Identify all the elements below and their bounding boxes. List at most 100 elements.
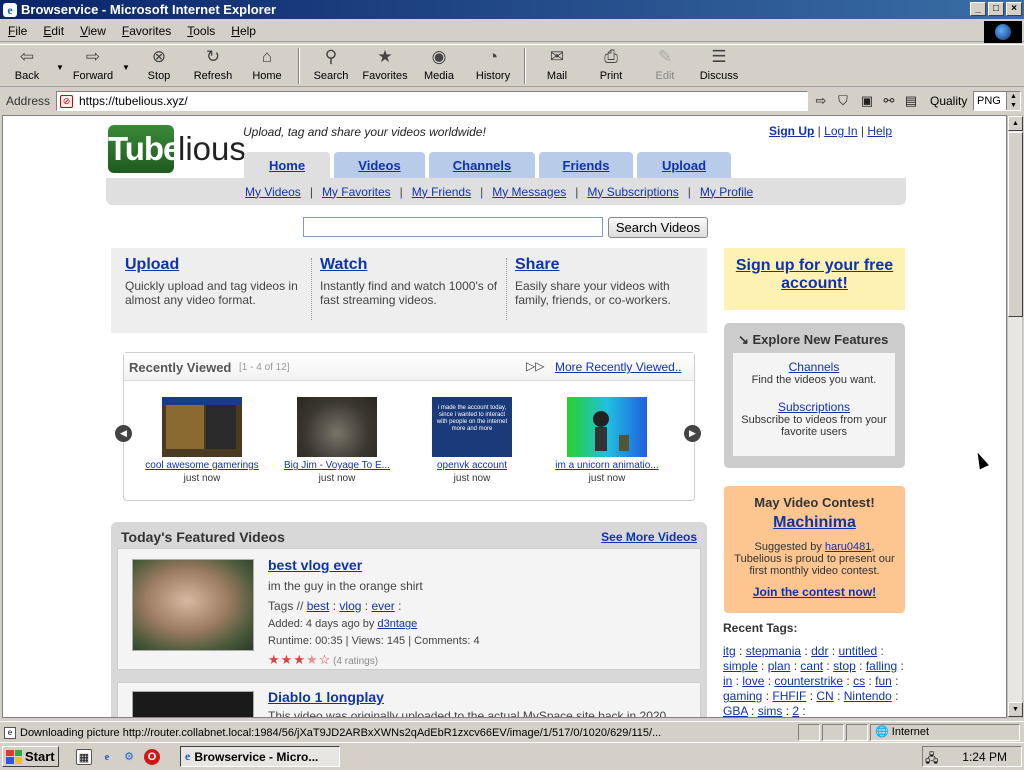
promo-watch-link[interactable]: Watch [320, 256, 367, 273]
star-icon[interactable]: ☆ [319, 652, 331, 668]
more-recently-viewed-link[interactable]: More Recently Viewed.. [555, 360, 682, 374]
recent-tag-link[interactable]: plan [768, 659, 791, 673]
video-thumbnail[interactable] [162, 397, 242, 457]
explore-channels-link[interactable]: Channels [733, 360, 895, 374]
tray-network-icon[interactable]: 🖧 [925, 749, 938, 770]
login-link[interactable]: Log In [824, 124, 857, 138]
recent-tag-link[interactable]: love [742, 674, 764, 688]
subnav-my-profile[interactable]: My Profile [700, 185, 753, 199]
recent-tag-link[interactable]: untitled [838, 644, 877, 658]
tab-videos[interactable]: Videos [334, 152, 425, 178]
menu-file[interactable]: File [0, 24, 35, 38]
carousel-prev-icon[interactable]: ◀ [115, 425, 132, 442]
scroll-thumb[interactable] [1008, 132, 1023, 317]
view-icon[interactable]: ▣ [858, 93, 876, 109]
search-videos-button[interactable]: Search Videos [608, 217, 708, 238]
recent-tag-link[interactable]: cant [800, 659, 823, 673]
quality-spinner-icon[interactable]: ▲ ▼ [1006, 92, 1020, 110]
history-button[interactable]: ◔ History [466, 45, 520, 85]
recent-tag-link[interactable]: FHFIF [772, 689, 806, 703]
clipboard-icon[interactable]: ▤ [902, 93, 920, 109]
close-button[interactable]: × [1006, 2, 1022, 16]
recent-video-item[interactable]: im a unicorn animatio... just now [548, 397, 666, 484]
ie-quicklaunch-icon[interactable]: e [99, 749, 115, 765]
explore-subscriptions-link[interactable]: Subscriptions [733, 400, 895, 414]
rating-stars[interactable]: ★ ★ ★ ★ ☆ [268, 652, 330, 668]
find-icon[interactable]: ⚯ [880, 93, 898, 109]
desktop-icon[interactable]: ▦ [76, 749, 92, 765]
video-thumbnail[interactable] [132, 559, 254, 651]
tag-link[interactable]: vlog [339, 599, 361, 613]
discuss-button[interactable]: ☰ Discuss [692, 45, 746, 85]
carousel-next-icon[interactable]: ▶ [684, 425, 701, 442]
signup-link[interactable]: Sign Up [769, 124, 814, 138]
forward-dropdown-icon[interactable]: ▼ [120, 45, 132, 85]
address-input[interactable] [56, 91, 808, 111]
recent-tag-link[interactable]: CN [816, 689, 833, 703]
recent-tag-link[interactable]: simple [723, 659, 758, 673]
maximize-button[interactable]: □ [988, 2, 1004, 16]
video-search-input[interactable] [303, 217, 603, 237]
signup-free-account-link[interactable]: Sign up for your free account! [736, 257, 893, 292]
minimize-button[interactable]: _ [970, 2, 986, 16]
menu-view[interactable]: View [72, 24, 114, 38]
recent-tag-link[interactable]: fun [875, 674, 892, 688]
suggester-link[interactable]: haru0481 [825, 541, 872, 553]
promo-upload-link[interactable]: Upload [125, 256, 179, 273]
recent-tag-link[interactable]: falling [866, 659, 897, 673]
search-button[interactable]: ⚲ Search [304, 45, 358, 85]
recent-video-title[interactable]: openvk account [437, 460, 507, 471]
recent-tag-link[interactable]: GBA [723, 704, 748, 717]
subnav-my-videos[interactable]: My Videos [245, 185, 301, 199]
tab-friends[interactable]: Friends [539, 152, 633, 178]
recent-tag-link[interactable]: stepmania [746, 644, 801, 658]
subnav-my-favorites[interactable]: My Favorites [322, 185, 391, 199]
contest-theme-link[interactable]: Machinima [773, 514, 856, 531]
help-link[interactable]: Help [867, 124, 892, 138]
recent-video-item[interactable]: Big Jim - Voyage To E... just now [278, 397, 396, 484]
media-button[interactable]: ◉ Media [412, 45, 466, 85]
print-button[interactable]: ⎙ Print [584, 45, 638, 85]
menu-edit[interactable]: Edit [35, 24, 72, 38]
star-icon[interactable]: ★ [293, 652, 305, 668]
join-contest-link[interactable]: Join the contest now! [753, 585, 876, 599]
quality-select[interactable]: PNG ▲ ▼ [973, 91, 1021, 111]
video-thumbnail[interactable] [297, 397, 377, 457]
video-thumbnail[interactable] [567, 397, 647, 457]
back-button[interactable]: ⇦ Back [0, 45, 54, 85]
menu-tools[interactable]: Tools [179, 24, 223, 38]
tab-home[interactable]: Home [244, 152, 330, 178]
see-more-videos-link[interactable]: See More Videos [601, 530, 697, 544]
recent-video-item[interactable]: i made the account today, since i wanted… [413, 397, 531, 484]
promo-share-link[interactable]: Share [515, 256, 559, 273]
opera-icon[interactable]: O [144, 749, 160, 765]
subnav-my-friends[interactable]: My Friends [412, 185, 471, 199]
network-icon[interactable]: ⚙ [121, 749, 137, 765]
recent-tag-link[interactable]: cs [853, 674, 865, 688]
recent-tag-link[interactable]: sims [758, 704, 783, 717]
subnav-my-messages[interactable]: My Messages [492, 185, 566, 199]
menu-help[interactable]: Help [223, 24, 264, 38]
recent-video-item[interactable]: cool awesome gamerings just now [143, 397, 261, 484]
subnav-my-subscriptions[interactable]: My Subscriptions [587, 185, 678, 199]
scroll-up-icon[interactable]: ▲ [1008, 116, 1023, 131]
recent-video-title[interactable]: Big Jim - Voyage To E... [284, 460, 390, 471]
site-logo[interactable]: Tube lious [108, 125, 246, 175]
star-icon[interactable]: ★ [281, 652, 293, 668]
tab-upload[interactable]: Upload [637, 152, 731, 178]
taskbar-ie-window[interactable]: e Browservice - Micro... [180, 746, 340, 767]
menu-favorites[interactable]: Favorites [114, 24, 179, 38]
star-icon[interactable]: ★ [268, 652, 280, 668]
stop-button[interactable]: ⊗ Stop [132, 45, 186, 85]
bookmark-icon[interactable]: ⛉ [834, 93, 852, 109]
go-arrow-icon[interactable]: ⇨ [812, 93, 830, 109]
home-button[interactable]: ⌂ Home [240, 45, 294, 85]
recent-video-title[interactable]: im a unicorn animatio... [555, 460, 658, 471]
tag-link[interactable]: best [307, 599, 330, 613]
forward-button[interactable]: ⇨ Forward [66, 45, 120, 85]
edit-button[interactable]: ✎ Edit [638, 45, 692, 85]
recent-video-title[interactable]: cool awesome gamerings [145, 460, 258, 471]
start-button[interactable]: Start [2, 746, 59, 767]
video-thumbnail[interactable]: i made the account today, since i wanted… [432, 397, 512, 457]
featured-video-title[interactable]: best vlog ever [268, 557, 362, 573]
